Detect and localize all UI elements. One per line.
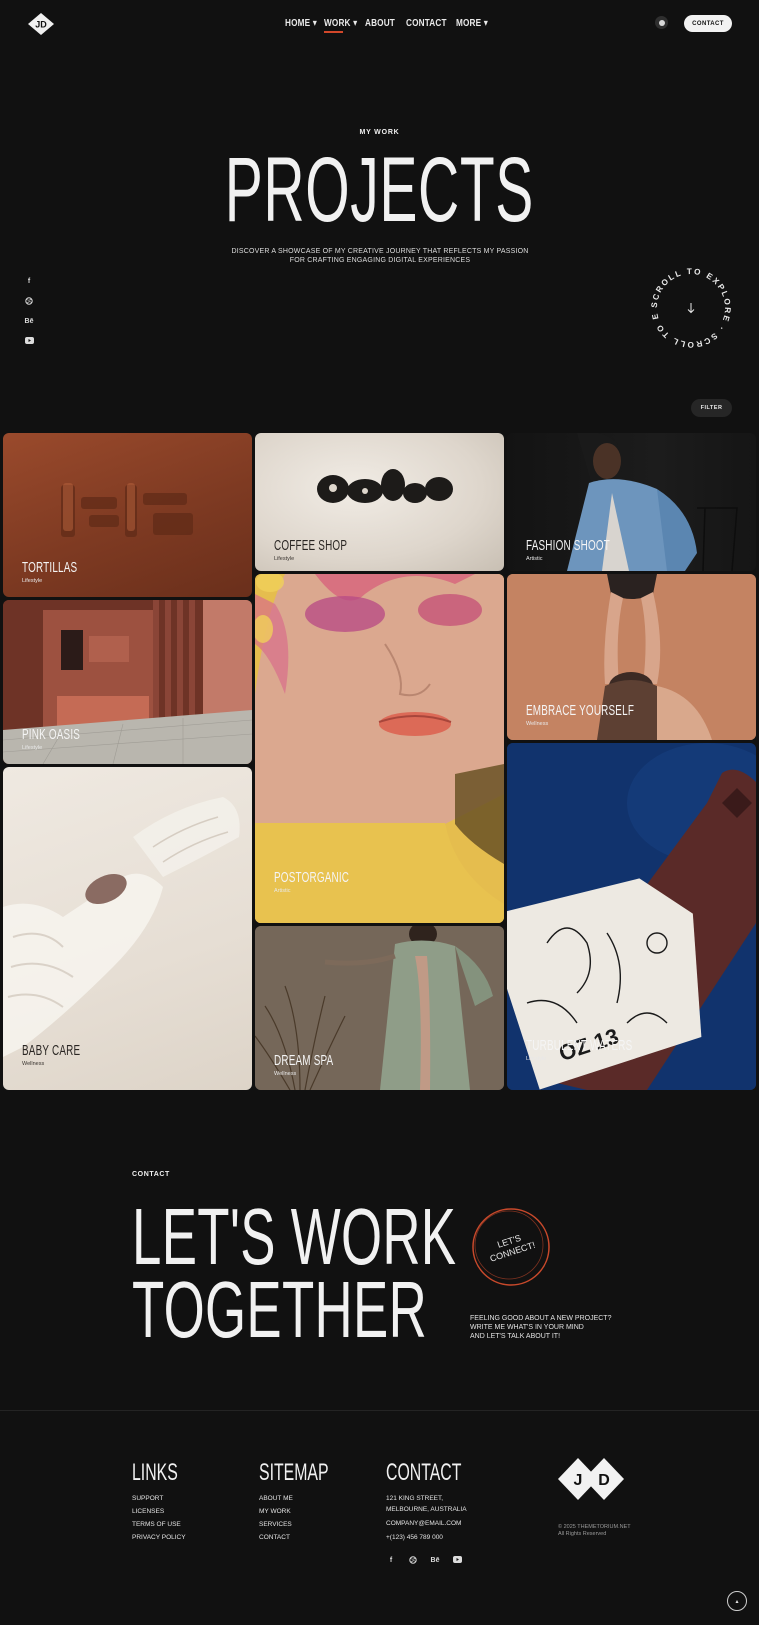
footer-link-privacy[interactable]: PRIVACY POLICY xyxy=(132,1534,201,1542)
page-title: PROJECTS xyxy=(224,139,535,241)
footer-link-services[interactable]: SERVICES xyxy=(259,1521,364,1529)
arrow-down-icon xyxy=(687,303,695,314)
nav-work[interactable]: WORK ▾ xyxy=(324,18,357,29)
project-card-tortillas[interactable]: TORTILLAS Lifestyle xyxy=(3,433,252,597)
project-title: EMBRACE YOURSELF xyxy=(526,702,635,719)
youtube-icon[interactable] xyxy=(24,337,34,346)
svg-text:JD: JD xyxy=(35,20,47,30)
hero-eyebrow: MY WORK xyxy=(359,129,400,136)
svg-text:J: J xyxy=(574,1472,583,1489)
hero-social-links: f Bē xyxy=(24,277,34,346)
project-title: PINK OASIS xyxy=(22,726,81,743)
project-category: Wellness xyxy=(526,721,549,727)
project-category: Lifestyle xyxy=(526,1056,547,1062)
footer-address-line2: MELBOURNE, AUSTRALIA xyxy=(386,1506,467,1513)
site-logo[interactable]: JD xyxy=(26,12,56,36)
back-to-top-button[interactable]: ▴ xyxy=(727,1591,747,1611)
svg-text:D: D xyxy=(598,1472,610,1489)
facebook-icon[interactable]: f xyxy=(386,1556,396,1565)
footer-link-contact[interactable]: CONTACT xyxy=(259,1534,364,1542)
dribbble-icon[interactable] xyxy=(408,1556,418,1565)
footer-link-my-work[interactable]: MY WORK xyxy=(259,1508,364,1516)
nav-home[interactable]: HOME ▾ xyxy=(285,18,317,29)
footer-link-about-me[interactable]: ABOUT ME xyxy=(259,1495,364,1503)
theme-toggle[interactable] xyxy=(655,16,668,29)
project-category: Wellness xyxy=(274,1071,297,1077)
project-category: Artistic xyxy=(526,556,543,562)
footer-phone[interactable]: +(123) 456 789 000 xyxy=(386,1534,500,1542)
scroll-to-explore-badge[interactable]: SCROLL TO EXPLORE · SCROLL TO EXPLORE · xyxy=(642,256,736,353)
project-category: Lifestyle xyxy=(22,578,43,584)
project-title: FASHION SHOOT xyxy=(526,537,610,554)
facebook-icon[interactable]: f xyxy=(24,277,34,286)
project-card-embrace-yourself[interactable]: EMBRACE YOURSELF Wellness xyxy=(507,574,756,740)
nav-contact[interactable]: CONTACT xyxy=(406,18,447,29)
hero-subtitle: DISCOVER A SHOWCASE OF MY CREATIVE JOURN… xyxy=(231,248,529,264)
nav-more[interactable]: MORE ▾ xyxy=(456,18,488,29)
chevron-down-icon: ▾ xyxy=(310,18,317,29)
contact-heading-line2: TOGETHER xyxy=(132,1265,428,1354)
footer-divider xyxy=(0,1410,759,1411)
behance-icon[interactable]: Bē xyxy=(24,317,34,326)
footer-link-terms[interactable]: TERMS OF USE xyxy=(132,1521,201,1529)
project-card-pink-oasis[interactable]: PINK OASIS Lifestyle xyxy=(3,600,252,764)
project-title: TORTILLAS xyxy=(22,559,78,576)
project-card-fashion-shoot[interactable]: FASHION SHOOT Artistic xyxy=(507,433,756,571)
contact-text: FEELING GOOD ABOUT A NEW PROJECT? WRITE … xyxy=(470,1315,612,1340)
nav-active-underline xyxy=(324,31,343,33)
chevron-down-icon: ▾ xyxy=(350,18,358,29)
project-card-dream-spa[interactable]: DREAM SPA Wellness xyxy=(255,926,504,1090)
project-card-postorganic[interactable]: POSTORGANIC Artistic xyxy=(255,574,504,923)
contact-eyebrow: CONTACT xyxy=(132,1171,170,1178)
project-category: Lifestyle xyxy=(274,556,295,562)
svg-text:SCROLL TO EXPLORE · SCROLL TO: SCROLL TO EXPLORE · SCROLL TO EXPLORE · xyxy=(646,263,732,349)
footer-address-line1: 121 KING STREET, xyxy=(386,1495,444,1502)
project-category: Artistic xyxy=(274,888,291,894)
header-contact-button[interactable]: CONTACT xyxy=(684,15,732,32)
project-category: Lifestyle xyxy=(22,745,43,751)
lets-connect-badge[interactable]: LET'S CONNECT! xyxy=(468,1204,554,1290)
footer-copyright: © 2025 THEMETORIUM.NET All Rights Reserv… xyxy=(558,1524,631,1537)
dribbble-icon[interactable] xyxy=(24,297,34,306)
footer-links-column: LINKS SUPPORT LICENSES TERMS OF USE PRIV… xyxy=(132,1461,201,1542)
behance-icon[interactable]: Bē xyxy=(430,1556,440,1565)
project-card-coffee-shop[interactable]: COFFEE SHOP Lifestyle xyxy=(255,433,504,571)
project-title: COFFEE SHOP xyxy=(274,537,348,554)
footer-contact-title: CONTACT xyxy=(386,1459,462,1486)
footer-social-links: f Bē xyxy=(386,1556,500,1565)
project-title: BABY CARE xyxy=(22,1042,81,1059)
filter-button[interactable]: FILTER xyxy=(691,399,732,417)
footer-link-licenses[interactable]: LICENSES xyxy=(132,1508,201,1516)
project-title: DREAM SPA xyxy=(274,1052,334,1069)
footer-links-title: LINKS xyxy=(132,1459,178,1486)
footer-link-support[interactable]: SUPPORT xyxy=(132,1495,201,1503)
project-card-turbulent-waters[interactable]: OZ 13 TURBULENT WATERS Lifestyle xyxy=(507,743,756,1090)
chevron-down-icon: ▾ xyxy=(481,18,488,29)
youtube-icon[interactable] xyxy=(452,1556,462,1565)
project-category: Wellness xyxy=(22,1061,45,1067)
footer-sitemap-title: SITEMAP xyxy=(259,1459,329,1486)
footer-contact-column: CONTACT 121 KING STREET, MELBOURNE, AUST… xyxy=(386,1461,500,1565)
arrow-up-icon: ▴ xyxy=(735,1598,739,1605)
footer-logo[interactable]: J D xyxy=(558,1456,624,1507)
project-title: TURBULENT WATERS xyxy=(526,1037,633,1054)
project-title: POSTORGANIC xyxy=(274,869,350,886)
footer-sitemap-column: SITEMAP ABOUT ME MY WORK SERVICES CONTAC… xyxy=(259,1461,364,1542)
footer-email[interactable]: COMPANY@EMAIL.COM xyxy=(386,1520,500,1528)
project-card-baby-care[interactable]: BABY CARE Wellness xyxy=(3,767,252,1090)
nav-about[interactable]: ABOUT xyxy=(365,18,395,29)
